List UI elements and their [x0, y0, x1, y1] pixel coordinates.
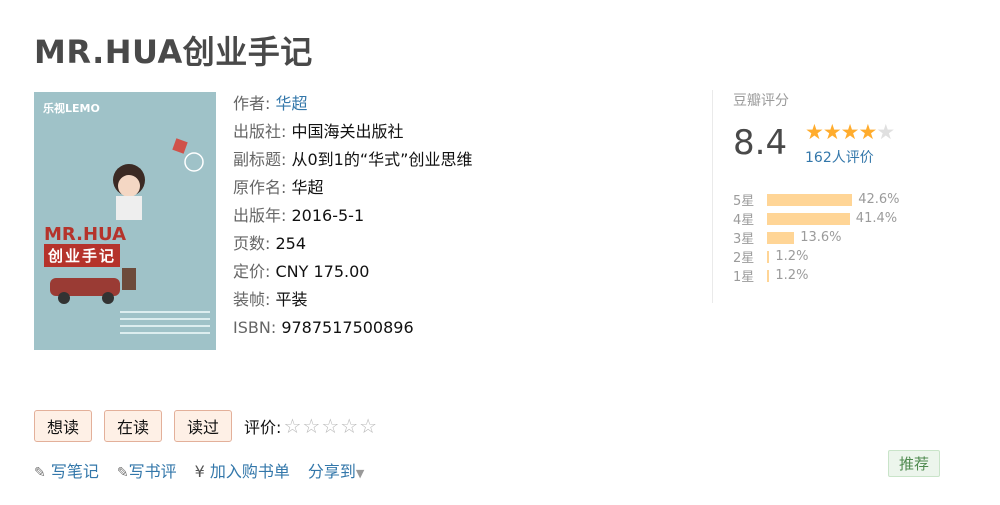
info-label: 出版社: [233, 122, 287, 141]
cover-title-en: MR.HUA [44, 224, 127, 245]
info-value: 2016-5-1 [291, 206, 365, 225]
rating-bar-label: 1星 [733, 270, 755, 285]
info-label: 副标题: [233, 150, 287, 169]
info-value: 中国海关出版社 [291, 122, 404, 141]
info-label: 装帧: [233, 290, 271, 309]
pencil-icon: ✎ [116, 465, 129, 481]
book-cover-image[interactable]: 乐视LEMO MR.HUA 创业手记 [34, 92, 216, 350]
info-row: ISBN: 9787517500896 [233, 314, 472, 342]
reading-button[interactable]: 在读 [104, 410, 163, 442]
rating-bar [767, 212, 850, 225]
rating-distribution: 5星 42.6% 4星 41.4% 3星 13.6% 2星 1.2% 1星 1.2% [733, 190, 900, 285]
star-icon: ★ [805, 120, 824, 144]
cover-brand: 乐视LEMO [43, 102, 100, 115]
rate-label: 评价: [244, 418, 282, 437]
rating-bar-percent: 41.4% [855, 211, 898, 226]
book-info: 作者: 华超 出版社: 中国海关出版社 副标题: 从0到1的“华式”创业思维 原作名:… [233, 90, 472, 342]
caret-down-icon: ▼ [355, 467, 365, 480]
pencil-icon: ✎ [34, 465, 46, 481]
rating-bar-row: 4星 41.4% [733, 209, 900, 228]
rating-people-link[interactable]: 162人评价 [805, 147, 874, 167]
rating-bar-row: 2星 1.2% [733, 247, 900, 266]
info-row: 定价: CNY 175.00 [233, 258, 472, 286]
rating-panel: 豆瓣评分 8.4 ★★★★★ 162人评价 5星 42.6% 4星 41.4% 3星 13… [712, 90, 932, 303]
book-title: MR.HUA创业手记 [34, 33, 313, 71]
info-label: 作者: [233, 94, 271, 113]
rating-bar [767, 269, 770, 282]
rating-bar-row: 3星 13.6% [733, 228, 900, 247]
share-label: 分享到 [307, 462, 356, 481]
info-row: 装帧: 平装 [233, 286, 472, 314]
star-icon: ★ [876, 120, 895, 144]
rating-stars: ★★★★★ [805, 120, 895, 144]
rating-bar-label: 4星 [733, 213, 755, 228]
write-review-link[interactable]: ✎写书评 [117, 458, 177, 482]
cover-title-cn: 创业手记 [44, 244, 121, 267]
author-link[interactable]: 华超 [276, 94, 308, 113]
star-icon: ★ [840, 120, 860, 144]
link-bar: ✎ 写笔记 ✎写书评 ¥ 加入购书单 分享到▼ [34, 458, 382, 482]
rating-bar-percent: 1.2% [775, 249, 809, 264]
rating-bar-label: 5星 [733, 194, 755, 209]
rating-bar-label: 3星 [733, 232, 755, 247]
info-value: CNY 175.00 [275, 262, 370, 281]
rating-bar [767, 250, 770, 263]
info-row: 出版社: 中国海关出版社 [233, 118, 472, 146]
rating-score: 8.4 [733, 123, 788, 163]
rate-stars[interactable]: ☆☆☆☆☆ [283, 414, 378, 438]
write-review-label: 写书评 [128, 462, 177, 481]
info-value: 平装 [275, 290, 308, 309]
info-value: 9787517500896 [281, 318, 414, 337]
add-to-cart-link[interactable]: ¥ 加入购书单 [195, 458, 290, 482]
have-read-button[interactable]: 读过 [174, 410, 233, 442]
info-row: 副标题: 从0到1的“华式”创业思维 [233, 146, 472, 174]
rating-bar [767, 193, 853, 206]
star-icon: ★ [858, 120, 877, 144]
share-dropdown[interactable]: 分享到▼ [308, 458, 364, 482]
info-label: 页数: [233, 234, 271, 253]
rating-bar-percent: 13.6% [800, 230, 842, 245]
rating-bar-label: 2星 [733, 251, 755, 266]
want-to-read-button[interactable]: 想读 [34, 410, 93, 442]
rating-bar-percent: 1.2% [775, 268, 809, 283]
star-icon: ★ [822, 120, 842, 144]
add-to-cart-label: 加入购书单 [209, 462, 290, 481]
info-row: 原作名: 华超 [233, 174, 472, 202]
recommend-button[interactable]: 推荐 [888, 450, 941, 477]
rating-bar-percent: 42.6% [858, 192, 900, 207]
info-row: 页数: 254 [233, 230, 472, 258]
rating-bar-row: 1星 1.2% [733, 266, 900, 285]
info-row: 出版年: 2016-5-1 [233, 202, 472, 230]
cover-text-lines [120, 306, 210, 339]
write-note-link[interactable]: ✎ 写笔记 [34, 458, 99, 482]
action-bar: 想读 在读 读过 评价: ☆☆☆☆☆ [34, 410, 378, 442]
info-value: 254 [275, 234, 307, 253]
write-note-label: 写笔记 [50, 462, 99, 481]
rating-bar [767, 231, 795, 244]
info-value: 从0到1的“华式”创业思维 [291, 150, 473, 169]
info-label: 原作名: [233, 178, 287, 197]
rating-heading: 豆瓣评分 [733, 93, 789, 109]
yen-icon: ¥ [194, 462, 205, 481]
info-label: 定价: [233, 262, 271, 281]
info-row: 作者: 华超 [233, 90, 472, 118]
info-label: 出版年: [233, 206, 287, 225]
rating-bar-row: 5星 42.6% [733, 190, 900, 209]
info-value: 华超 [291, 178, 324, 197]
info-label: ISBN: [233, 318, 277, 337]
